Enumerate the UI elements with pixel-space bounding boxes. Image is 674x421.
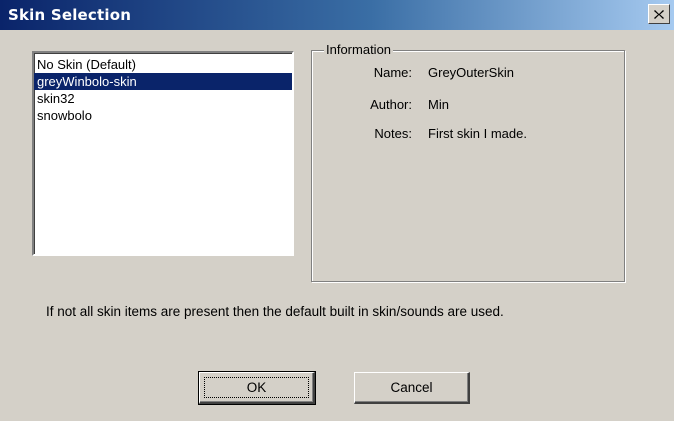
list-item-no-skin[interactable]: No Skin (Default) [34,56,292,73]
skin-selection-dialog: Skin Selection No Skin (Default) greyWin… [0,0,674,421]
ok-button[interactable]: OK [198,371,316,405]
window-title: Skin Selection [8,6,132,24]
notes-value: First skin I made. [428,126,527,141]
title-bar[interactable]: Skin Selection [0,0,674,30]
information-groupbox: Information Name: GreyOuterSkin Author: … [311,42,625,282]
close-button[interactable] [648,4,670,24]
skin-list-items: No Skin (Default) greyWinbolo-skin skin3… [34,56,292,124]
author-label: Author: [370,97,412,112]
skin-listbox[interactable]: No Skin (Default) greyWinbolo-skin skin3… [32,51,294,256]
close-icon [654,9,664,19]
list-item-snowbolo[interactable]: snowbolo [34,107,292,124]
cancel-button-label: Cancel [390,380,433,395]
list-item-greywinbolo-skin[interactable]: greyWinbolo-skin [34,73,292,90]
name-label: Name: [373,65,412,80]
cancel-button[interactable]: Cancel [354,372,470,404]
author-value: Min [428,97,449,112]
name-value: GreyOuterSkin [428,65,514,80]
notes-label: Notes: [374,126,412,141]
list-item-skin32[interactable]: skin32 [34,90,292,107]
information-group-label: Information [324,42,394,58]
ok-button-label: OK [246,380,267,395]
default-skin-notice: If not all skin items are present then t… [46,304,504,319]
